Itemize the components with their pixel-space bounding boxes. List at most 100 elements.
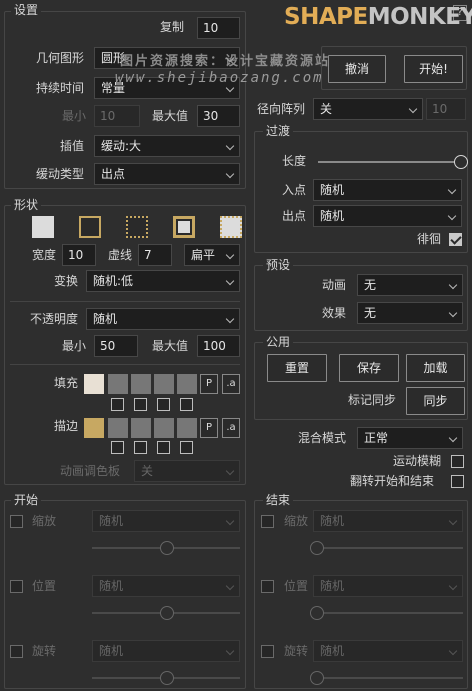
end-rotation-checkbox[interactable]: [261, 645, 274, 658]
end-position-checkbox[interactable]: [261, 580, 274, 593]
shape-title: 形状: [11, 198, 42, 212]
save-button[interactable]: 保存: [339, 354, 399, 382]
flip-label: 翻转开始和结束: [350, 474, 435, 488]
interp-select[interactable]: 缓动:大: [94, 135, 240, 157]
stroke-checkbox[interactable]: [134, 441, 147, 454]
end-rotation-slider[interactable]: [310, 671, 463, 685]
start-scale-slider[interactable]: [92, 541, 240, 555]
stroke-a-button[interactable]: .a: [222, 418, 240, 438]
start-button[interactable]: 开始!: [404, 55, 463, 83]
end-scale-select[interactable]: 随机: [313, 510, 463, 532]
reset-button[interactable]: 重置: [267, 354, 327, 382]
effect-select[interactable]: 无: [357, 302, 463, 324]
dashed-square-icon[interactable]: [126, 216, 148, 238]
stroke-palette-swatch[interactable]: [177, 418, 197, 438]
anim-select[interactable]: 无: [357, 274, 463, 296]
fill-a-button[interactable]: .a: [222, 374, 240, 394]
end-position-value: 随机: [320, 579, 345, 593]
fill-dashed-square-icon[interactable]: [220, 216, 242, 238]
min-input[interactable]: 10: [94, 105, 140, 127]
width-input[interactable]: 10: [62, 244, 96, 266]
divider: [10, 364, 240, 365]
fill-checkbox[interactable]: [180, 398, 193, 411]
start-position-checkbox[interactable]: [10, 580, 23, 593]
fill-stroke-square-icon[interactable]: [173, 216, 195, 238]
slider-knob[interactable]: [310, 671, 324, 685]
divider: [10, 301, 240, 302]
cap-select[interactable]: 扁平: [184, 244, 240, 266]
stroke-checkbox[interactable]: [157, 441, 170, 454]
max-input[interactable]: 30: [197, 105, 240, 127]
stroke-color-swatch[interactable]: [84, 418, 104, 438]
slider-knob[interactable]: [310, 541, 324, 555]
fill-color-swatch[interactable]: [84, 374, 104, 394]
stroke-p-button[interactable]: P: [200, 418, 218, 438]
fill-palette-swatch[interactable]: [131, 374, 151, 394]
slider-knob[interactable]: [160, 606, 174, 620]
end-title: 结束: [263, 493, 294, 507]
fill-palette-swatch[interactable]: [108, 374, 128, 394]
radial-select[interactable]: 关: [313, 98, 423, 120]
opacity-select[interactable]: 随机: [86, 308, 240, 330]
palette-select[interactable]: 关: [134, 460, 240, 482]
out-select[interactable]: 随机: [313, 205, 462, 227]
slider-knob[interactable]: [160, 671, 174, 685]
opacity-min-input[interactable]: 50: [94, 335, 138, 357]
end-scale-checkbox[interactable]: [261, 515, 274, 528]
chevron-down-icon: [225, 466, 235, 476]
width-label: 宽度: [32, 248, 57, 262]
in-select[interactable]: 随机: [313, 179, 462, 201]
slider-knob[interactable]: [160, 541, 174, 555]
start-position-select[interactable]: 随机: [92, 575, 240, 597]
filled-square-icon[interactable]: [32, 216, 54, 238]
loop-checkbox[interactable]: [449, 233, 462, 246]
start-rotation-checkbox[interactable]: [10, 645, 23, 658]
ease-select[interactable]: 出点: [94, 163, 240, 185]
blend-select[interactable]: 正常: [357, 427, 463, 449]
cancel-button[interactable]: 撤消: [328, 55, 386, 83]
anim-select-value: 无: [364, 278, 377, 292]
sync-button[interactable]: 同步: [406, 387, 465, 415]
stroke-checkbox[interactable]: [180, 441, 193, 454]
transform-select[interactable]: 随机:低: [86, 270, 240, 292]
slider-knob[interactable]: [454, 155, 468, 169]
slider-knob[interactable]: [310, 606, 324, 620]
interp-label: 插值: [60, 139, 85, 153]
stroke-palette-swatch[interactable]: [108, 418, 128, 438]
end-position-select[interactable]: 随机: [313, 575, 463, 597]
blend-select-value: 正常: [364, 431, 389, 445]
blend-label: 混合模式: [298, 431, 347, 445]
fill-palette-swatch[interactable]: [154, 374, 174, 394]
motion-blur-checkbox[interactable]: [451, 455, 464, 468]
opacity-max-input[interactable]: 100: [197, 335, 240, 357]
length-slider[interactable]: [318, 155, 468, 169]
fill-checkbox[interactable]: [157, 398, 170, 411]
stroked-square-icon[interactable]: [79, 216, 101, 238]
dash-input[interactable]: 7: [138, 244, 172, 266]
flip-checkbox[interactable]: [451, 475, 464, 488]
stroke-checkbox[interactable]: [111, 441, 124, 454]
start-rotation-slider[interactable]: [92, 671, 240, 685]
fill-checkbox[interactable]: [134, 398, 147, 411]
palette-select-value: 关: [141, 464, 154, 478]
end-rotation-select[interactable]: 随机: [313, 640, 463, 662]
copy-input[interactable]: 10: [197, 17, 240, 39]
start-rotation-select[interactable]: 随机: [92, 640, 240, 662]
load-button[interactable]: 加载: [406, 354, 465, 382]
fill-p-button[interactable]: P: [200, 374, 218, 394]
start-position-slider[interactable]: [92, 606, 240, 620]
start-position-value: 随机: [99, 579, 124, 593]
chevron-down-icon: [225, 250, 235, 260]
stroke-palette-swatch[interactable]: [154, 418, 174, 438]
chevron-down-icon: [225, 646, 235, 656]
start-scale-checkbox[interactable]: [10, 515, 23, 528]
fill-palette-swatch[interactable]: [177, 374, 197, 394]
stroke-palette-swatch[interactable]: [131, 418, 151, 438]
end-scale-slider[interactable]: [310, 541, 463, 555]
ease-select-value: 出点: [101, 167, 126, 181]
end-position-slider[interactable]: [310, 606, 463, 620]
start-scale-select[interactable]: 随机: [92, 510, 240, 532]
opacity-max-label: 最大值: [152, 339, 189, 353]
fill-checkbox[interactable]: [111, 398, 124, 411]
radial-number[interactable]: 10: [426, 98, 466, 120]
